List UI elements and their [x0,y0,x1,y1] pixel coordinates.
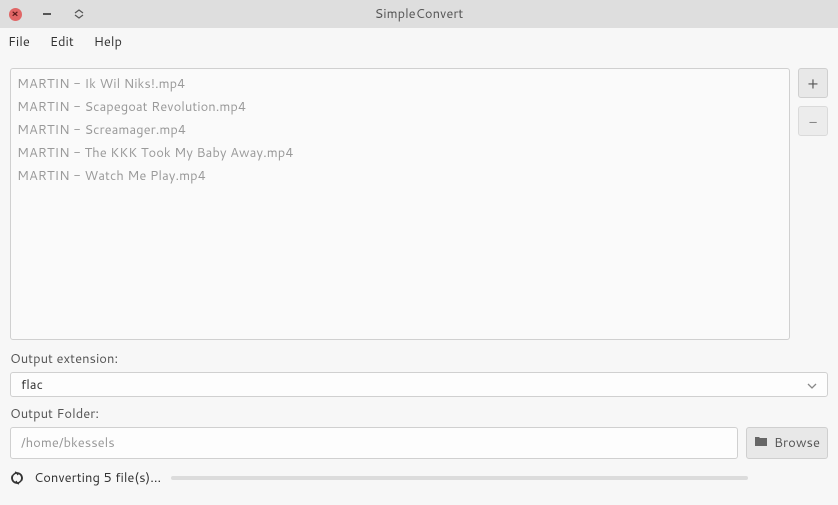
minimize-icon [43,13,51,15]
file-row: MARTIN - Ik Wil Niks!.mp4 MARTIN - Scape… [10,68,828,340]
menu-help[interactable]: Help [94,33,122,51]
status-text: Converting 5 file(s)... [34,469,161,487]
menu-edit[interactable]: Edit [50,33,74,51]
output-extension-dropdown[interactable]: flac [10,372,828,397]
folder-row: /home/bkessels Browse [10,427,828,459]
refresh-icon [10,471,24,485]
output-extension-label: Output extension: [10,350,828,368]
list-side-buttons: + − [798,68,828,340]
close-button[interactable] [8,7,22,21]
output-folder-label: Output Folder: [10,405,828,423]
add-file-button[interactable]: + [798,68,828,98]
titlebar: SimpleConvert [0,0,838,28]
remove-file-button[interactable]: − [798,106,828,136]
maximize-icon [74,9,84,19]
list-item[interactable]: MARTIN - Watch Me Play.mp4 [17,165,783,188]
status-row: Converting 5 file(s)... [10,469,828,495]
output-folder-input[interactable]: /home/bkessels [10,427,738,459]
folder-icon [754,434,768,452]
menu-file[interactable]: File [8,33,30,51]
progress-bar [171,476,748,480]
dropdown-value: flac [21,376,43,394]
maximize-button[interactable] [72,7,86,21]
menubar: File Edit Help [0,28,838,56]
window-controls [8,7,86,21]
content-area: MARTIN - Ik Wil Niks!.mp4 MARTIN - Scape… [0,56,838,505]
close-icon [9,8,22,21]
minimize-button[interactable] [40,7,54,21]
list-item[interactable]: MARTIN - The KKK Took My Baby Away.mp4 [17,142,783,165]
window-title: SimpleConvert [375,5,464,23]
chevron-down-icon [807,376,817,394]
list-item[interactable]: MARTIN - Ik Wil Niks!.mp4 [17,73,783,96]
plus-icon: + [808,72,819,95]
file-list[interactable]: MARTIN - Ik Wil Niks!.mp4 MARTIN - Scape… [10,68,790,340]
browse-button[interactable]: Browse [746,427,828,459]
list-item[interactable]: MARTIN - Scapegoat Revolution.mp4 [17,96,783,119]
folder-input-value: /home/bkessels [21,434,115,452]
browse-label: Browse [774,434,820,452]
minus-icon: − [808,110,817,133]
list-item[interactable]: MARTIN - Screamager.mp4 [17,119,783,142]
